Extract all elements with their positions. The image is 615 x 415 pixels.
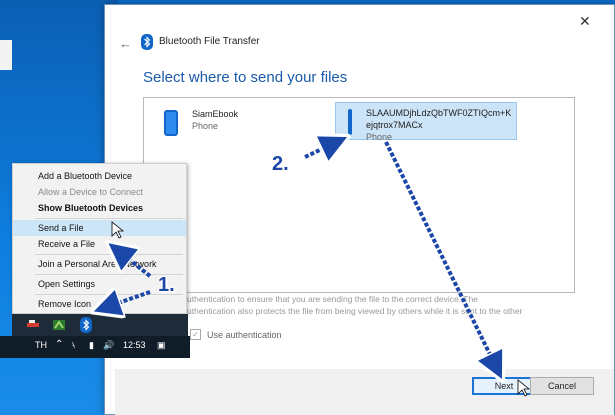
auth-text-line1: uthentication to ensure that you are sen… — [187, 294, 478, 304]
bluetooth-icon — [141, 34, 153, 50]
cancel-button[interactable]: Cancel — [530, 377, 594, 395]
checkmark-icon: ✓ — [190, 329, 201, 340]
step-1-label: 1. — [158, 274, 175, 296]
volume-icon[interactable]: 🔊 — [103, 340, 114, 351]
phone-icon — [164, 110, 178, 136]
clock-time[interactable]: 12:53 — [123, 340, 146, 350]
battery-icon[interactable]: ▮ — [89, 340, 94, 351]
use-authentication-checkbox[interactable]: ✓ Use authentication — [190, 329, 282, 340]
tray-overflow — [12, 314, 188, 336]
menu-item-show-bluetooth-devices[interactable]: Show Bluetooth Devices — [13, 200, 186, 216]
device-item-selected[interactable]: SLAAUMDjhLdzQbTWF0ZTIQcm+K ejqtrox7MACx … — [335, 102, 517, 142]
menu-item-join-personal-area-network[interactable]: Join a Personal Area Network — [13, 256, 186, 272]
language-indicator[interactable]: TH — [35, 340, 47, 350]
close-icon[interactable]: ✕ — [579, 13, 591, 30]
network-icon[interactable]: ⧷ — [72, 340, 75, 351]
device-name-line2: ejqtrox7MACx — [366, 120, 423, 130]
desktop-icon[interactable] — [0, 40, 12, 70]
device-item-siamebook[interactable]: SiamEbook Phone — [164, 108, 238, 136]
auth-text-line2: uthentication also protects the file fro… — [187, 306, 523, 316]
back-arrow-icon[interactable]: ← — [119, 36, 132, 51]
use-authentication-label: Use authentication — [207, 329, 282, 340]
step-2-label: 2. — [272, 153, 289, 175]
menu-separator — [35, 218, 183, 219]
bluetooth-tray-icon[interactable] — [80, 317, 92, 333]
device-name-line1: SLAAUMDjhLdzQbTWF0ZTIQcm+K — [366, 108, 512, 118]
menu-item-allow-device-to-connect: Allow a Device to Connect — [38, 187, 144, 197]
next-button[interactable]: Next — [472, 377, 536, 395]
menu-item-remove-icon[interactable]: Remove Icon — [13, 296, 186, 312]
menu-item-send-a-file[interactable]: Send a File — [13, 220, 186, 236]
phone-icon — [348, 109, 352, 135]
taskbar: TH ⌃ ⧷ ▮ 🔊 12:53 ▣ — [0, 336, 190, 358]
menu-separator — [35, 254, 183, 255]
chevron-up-icon[interactable]: ⌃ — [55, 339, 63, 350]
menu-item-receive-a-file[interactable]: Receive a File — [13, 236, 186, 252]
device-type: Phone — [366, 132, 393, 142]
app-tray-icon[interactable] — [52, 318, 66, 332]
app-tray-icon[interactable] — [26, 318, 40, 332]
device-type: Phone — [192, 121, 219, 131]
page-heading: Select where to send your files — [143, 69, 348, 86]
device-list: SiamEbook Phone SLAAUMDjhLdzQbTWF0ZTIQcm… — [143, 97, 575, 293]
authentication-description: uthentication to ensure that you are sen… — [187, 293, 607, 317]
menu-item-add-bluetooth-device[interactable]: Add a Bluetooth Device — [13, 168, 186, 184]
notification-icon[interactable]: ▣ — [157, 340, 166, 351]
dialog-title: Bluetooth File Transfer — [159, 36, 260, 47]
device-name: SiamEbook — [192, 109, 239, 119]
